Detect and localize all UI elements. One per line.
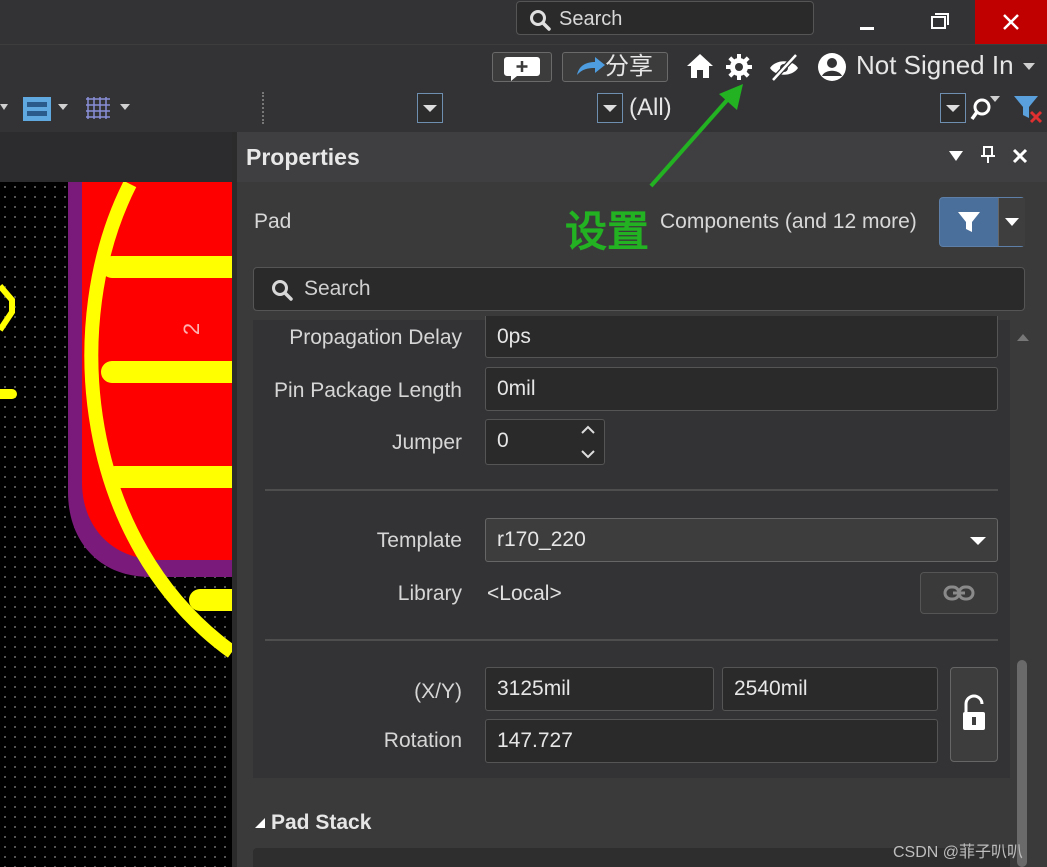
pin-icon[interactable] xyxy=(978,145,998,165)
toolbar-separator xyxy=(262,92,266,124)
restore-button[interactable] xyxy=(908,0,972,44)
propagation-delay-field[interactable]: 0ps xyxy=(485,316,998,358)
link-icon xyxy=(943,585,975,601)
chevron-down-icon[interactable] xyxy=(0,99,10,117)
rotation-field[interactable]: 147.727 xyxy=(485,719,938,763)
share-button[interactable]: 分享 xyxy=(562,52,668,82)
pin-package-length-field[interactable]: 0mil xyxy=(485,367,998,411)
visibility-off-icon[interactable] xyxy=(768,53,800,81)
close-icon xyxy=(1003,14,1019,30)
template-select[interactable]: r170_220 xyxy=(485,518,998,562)
title-search-placeholder: Search xyxy=(559,8,623,30)
query-dropdown[interactable] xyxy=(940,93,966,123)
chevron-down-icon xyxy=(423,105,437,112)
clear-filter-icon[interactable] xyxy=(1012,93,1047,125)
jumper-label: Jumper xyxy=(391,431,462,454)
selection-filter-dropdown[interactable] xyxy=(998,198,1025,246)
panel-title: Properties xyxy=(246,144,360,170)
scrollbar-thumb[interactable] xyxy=(1017,660,1027,867)
section-divider xyxy=(265,639,998,641)
close-window-button[interactable] xyxy=(975,0,1047,44)
settings-annotation-text: 设置 xyxy=(565,208,650,255)
close-icon[interactable] xyxy=(1010,146,1030,166)
user-avatar-icon[interactable] xyxy=(816,51,848,83)
propagation-delay-label: Propagation Delay xyxy=(289,326,462,349)
stepper-arrows-icon[interactable] xyxy=(578,421,598,463)
add-comment-button[interactable] xyxy=(492,52,552,82)
pad-number: 2 xyxy=(179,322,205,336)
y-coordinate-field[interactable]: 2540mil xyxy=(722,667,938,711)
rotation-label: Rotation xyxy=(383,729,462,752)
comment-plus-icon xyxy=(504,57,540,81)
filter-icon xyxy=(958,212,980,232)
zoom-select-icon[interactable] xyxy=(970,93,1002,123)
template-label: Template xyxy=(376,529,462,552)
library-label: Library xyxy=(397,582,462,605)
jumper-value: 0 xyxy=(497,429,509,452)
grid-icon[interactable] xyxy=(84,95,134,123)
minimize-button[interactable] xyxy=(834,0,898,44)
canvas-tab-strip xyxy=(0,132,232,182)
layer-dropdown[interactable] xyxy=(417,93,443,123)
xy-label: (X/Y) xyxy=(414,680,462,703)
pad-graphic[interactable] xyxy=(0,182,232,867)
pin-package-length-label: Pin Package Length xyxy=(274,379,462,402)
unlock-icon xyxy=(963,694,985,730)
chevron-down-icon xyxy=(946,105,960,112)
search-icon xyxy=(530,10,551,31)
toolbar xyxy=(0,88,1047,132)
library-value: <Local> xyxy=(487,582,562,605)
home-icon[interactable] xyxy=(686,52,714,80)
restore-icon xyxy=(931,13,949,29)
panel-search-placeholder: Search xyxy=(304,277,371,300)
search-icon xyxy=(272,280,293,301)
annotation-arrow xyxy=(649,84,743,188)
gear-icon[interactable] xyxy=(725,53,753,81)
chevron-down-icon[interactable] xyxy=(1021,60,1037,72)
collapse-triangle-icon[interactable] xyxy=(253,816,267,830)
filter-summary: Components (and 12 more) xyxy=(660,210,917,233)
pad-stack-section-header[interactable]: Pad Stack xyxy=(271,811,371,835)
x-coordinate-field[interactable]: 3125mil xyxy=(485,667,714,711)
panel-menu-icon[interactable] xyxy=(946,147,966,165)
library-link-button[interactable] xyxy=(920,572,998,614)
panel-search-input[interactable]: Search xyxy=(253,267,1025,311)
filter-dropdown[interactable] xyxy=(597,93,623,123)
watermark: CSDN @菲子叭叭 xyxy=(893,844,1024,861)
object-type-label: Pad xyxy=(254,210,292,233)
title-search-box[interactable]: Search xyxy=(516,1,814,35)
user-signin-label[interactable]: Not Signed In xyxy=(856,50,1014,81)
scroll-up-icon[interactable] xyxy=(1015,330,1031,344)
share-label: 分享 xyxy=(605,53,653,80)
chevron-down-icon xyxy=(1005,218,1019,226)
template-value: r170_220 xyxy=(497,528,586,551)
chevron-down-icon xyxy=(603,105,617,112)
position-lock-button[interactable] xyxy=(950,667,998,762)
route-tool-icon[interactable] xyxy=(22,95,72,123)
section-divider xyxy=(265,489,998,491)
chevron-down-icon xyxy=(970,537,986,545)
minimize-icon xyxy=(860,27,874,30)
